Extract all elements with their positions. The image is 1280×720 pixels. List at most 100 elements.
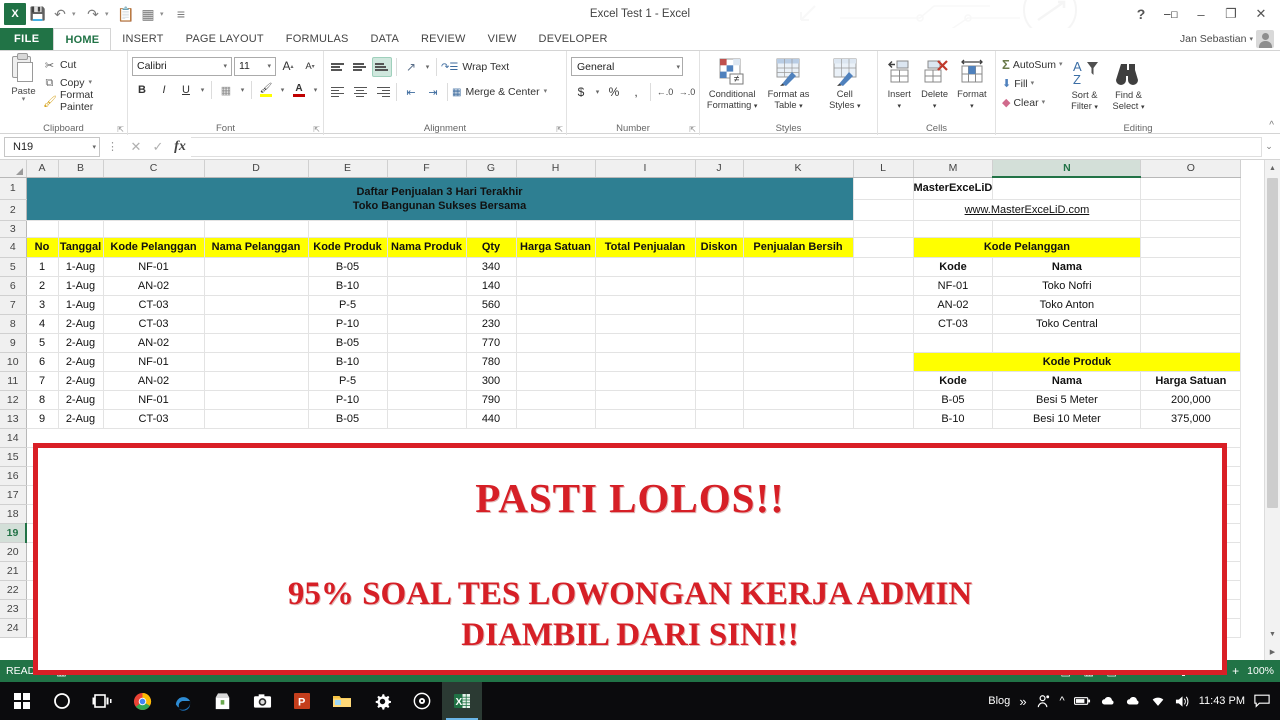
align-top-icon[interactable] (328, 57, 348, 77)
cell-O4[interactable] (1140, 237, 1242, 258)
onedrive-icon[interactable] (1100, 695, 1116, 707)
cell-F13[interactable] (386, 408, 467, 429)
col-header-L[interactable]: L (853, 160, 914, 178)
user-account[interactable]: Jan Sebastian ▾ (1180, 28, 1280, 50)
comma-format-icon[interactable]: , (626, 82, 646, 102)
lookup-produk-th-harga[interactable]: Harga Satuan (1140, 370, 1242, 391)
cell-I11[interactable] (594, 370, 696, 391)
cell-D10[interactable] (203, 351, 309, 372)
cell-J9[interactable] (694, 332, 744, 353)
th-no[interactable]: No (25, 236, 59, 258)
col-header-J[interactable]: J (695, 160, 744, 178)
font-color-dropdown-icon[interactable]: ▾ (311, 80, 320, 100)
th-total-penjualan[interactable]: Total Penjualan (594, 236, 696, 258)
cell-K7[interactable] (742, 294, 854, 315)
alignment-dialog-launcher-icon[interactable]: ⇱ (556, 125, 563, 134)
undo-icon[interactable]: ↶ (50, 4, 70, 24)
cell-N9[interactable] (992, 333, 1142, 353)
action-center-icon[interactable] (1254, 694, 1270, 708)
cell-L3[interactable] (853, 220, 914, 238)
col-header-I[interactable]: I (595, 160, 696, 178)
cell-G13[interactable]: 440 (465, 408, 517, 429)
cell-C7[interactable]: CT-03 (102, 294, 205, 315)
merge-center-button[interactable]: ▦ Merge & Center ▾ (452, 83, 547, 101)
cell-K12[interactable] (742, 389, 854, 410)
decrease-indent-icon[interactable]: ⇤ (401, 82, 421, 102)
chrome-button[interactable] (122, 682, 162, 720)
row-header-18[interactable]: 18 (0, 504, 27, 524)
cell-I9[interactable] (594, 332, 696, 353)
cell-K13[interactable] (742, 408, 854, 429)
cell-M3[interactable] (913, 220, 994, 238)
cell-G5[interactable]: 340 (465, 256, 517, 277)
lookup-pelanggan-r3-kode[interactable]: CT-03 (912, 313, 994, 334)
lookup-produk-r1-harga[interactable]: 200,000 (1140, 389, 1242, 410)
row-header-9[interactable]: 9 (0, 333, 27, 353)
lookup-pelanggan-th-kode[interactable]: Kode (912, 256, 994, 277)
align-middle-icon[interactable] (350, 57, 370, 77)
clear-button[interactable]: ◆ Clear ▾ (1002, 94, 1063, 111)
cell-A8[interactable]: 4 (25, 313, 59, 334)
paste-button[interactable]: Paste ▾ (4, 53, 43, 103)
cell-I12[interactable] (594, 389, 696, 410)
name-box[interactable]: N19 ▾ (4, 136, 100, 157)
col-header-H[interactable]: H (516, 160, 596, 178)
cell-M2-url[interactable]: www.MasterExceLiD.com (913, 199, 1142, 221)
font-color-icon[interactable]: A (289, 80, 309, 100)
row-header-10[interactable]: 10 (0, 352, 27, 372)
cell-A3[interactable] (26, 220, 59, 238)
cell-I10[interactable] (594, 351, 696, 372)
cell-H10[interactable] (515, 351, 596, 372)
undo-dropdown-icon[interactable]: ▾ (72, 10, 81, 18)
th-tanggal[interactable]: Tanggal (57, 236, 104, 258)
cell-L12[interactable] (853, 390, 914, 410)
paste-icon[interactable]: 📋 (116, 4, 136, 24)
th-penjualan-bersih[interactable]: Penjualan Bersih (742, 236, 854, 258)
col-header-K[interactable]: K (743, 160, 854, 178)
tab-home[interactable]: HOME (53, 28, 112, 51)
cell-L5[interactable] (853, 257, 914, 277)
lookup-produk-r1-kode[interactable]: B-05 (912, 389, 994, 410)
cell-O3[interactable] (1140, 220, 1242, 238)
font-family-combo[interactable]: Calibri ▾ (132, 56, 232, 76)
cell-K3[interactable] (743, 220, 854, 238)
align-left-icon[interactable] (328, 82, 348, 102)
cell-J6[interactable] (694, 275, 744, 296)
th-qty[interactable]: Qty (465, 236, 517, 258)
sort-filter-button[interactable]: A Z Sort & Filter ▾ (1063, 56, 1107, 113)
cell-O2[interactable] (1140, 199, 1242, 221)
cell-H7[interactable] (515, 294, 596, 315)
media-player-button[interactable] (402, 682, 442, 720)
row-header-17[interactable]: 17 (0, 485, 27, 505)
clear-dropdown-icon[interactable]: ▾ (1042, 99, 1046, 106)
cell-C3[interactable] (103, 220, 205, 238)
restore-icon[interactable]: ❐ (1216, 1, 1246, 27)
row-header-15[interactable]: 15 (0, 447, 27, 467)
user-dropdown-icon[interactable]: ▾ (1249, 35, 1253, 43)
cell-styles-button[interactable]: Cell Styles ▾ (817, 55, 873, 112)
cell-B6[interactable]: 1-Aug (57, 275, 104, 296)
row-header-23[interactable]: 23 (0, 599, 27, 619)
excel-taskbar-button[interactable]: X (442, 682, 482, 720)
table-dropdown-icon[interactable]: ▾ (160, 10, 169, 18)
decrease-font-size-icon[interactable]: A ▾ (300, 56, 320, 76)
ribbon-display-options-icon[interactable]: ⎯◻ (1156, 1, 1186, 27)
cell-O5[interactable] (1140, 257, 1242, 277)
cell-I8[interactable] (594, 313, 696, 334)
align-center-icon[interactable] (350, 82, 370, 102)
cell-M9[interactable] (913, 333, 994, 353)
lookup-produk-r2-kode[interactable]: B-10 (912, 408, 994, 429)
cell-D13[interactable] (203, 408, 309, 429)
store-button[interactable] (202, 682, 242, 720)
cell-F3[interactable] (387, 220, 467, 238)
cell-C6[interactable]: AN-02 (102, 275, 205, 296)
lookup-pelanggan-th-nama[interactable]: Nama (992, 256, 1142, 277)
italic-button[interactable]: I (154, 80, 174, 100)
cell-G7[interactable]: 560 (465, 294, 517, 315)
underline-button[interactable]: U (176, 80, 196, 100)
cell-J5[interactable] (694, 256, 744, 277)
cell-L11[interactable] (853, 371, 914, 391)
scroll-down-icon[interactable]: ▼ (1264, 626, 1280, 643)
fill-button[interactable]: ⬇ Fill ▾ (1002, 75, 1063, 92)
cell-O9[interactable] (1140, 333, 1242, 353)
